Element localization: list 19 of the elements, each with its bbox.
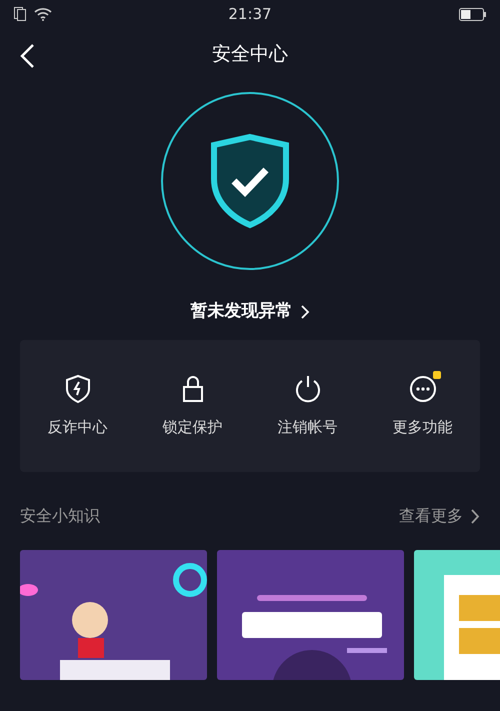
page-title: 安全中心: [212, 42, 288, 67]
feature-item[interactable]: 反诈中心: [20, 372, 135, 440]
feature-item[interactable]: 锁定保护: [135, 372, 250, 440]
battery-icon: [458, 8, 486, 20]
shield-bolt-icon: [64, 374, 92, 404]
shield-check-icon: [209, 133, 291, 229]
clock-time: 21:37: [228, 4, 272, 25]
dual-sim-icon: [14, 7, 26, 21]
more-icon: [408, 374, 436, 404]
chevron-right-icon: [471, 508, 480, 524]
feature-item[interactable]: 更多功能: [365, 372, 480, 440]
status-link[interactable]: 暂未发现异常: [184, 292, 316, 332]
wifi-icon: [34, 7, 52, 21]
view-more-link[interactable]: 查看更多: [399, 504, 480, 528]
power-icon: [294, 374, 322, 404]
section-title: 安全小知识: [20, 505, 100, 527]
feature-item[interactable]: 注销帐号: [250, 372, 365, 440]
back-icon: [18, 42, 36, 70]
chevron-right-icon: [300, 305, 310, 319]
